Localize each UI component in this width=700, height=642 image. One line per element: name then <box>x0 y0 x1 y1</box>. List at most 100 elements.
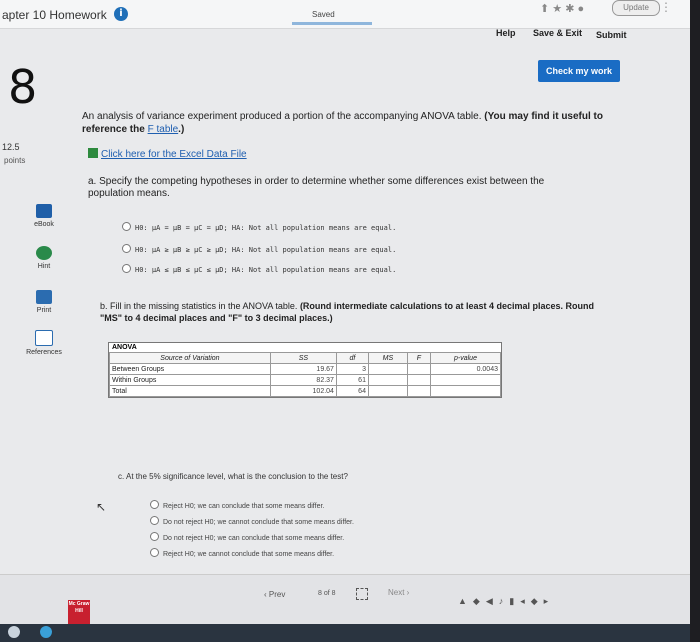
menu-dots-icon[interactable]: ⋮ <box>660 0 672 14</box>
df-value: 61 <box>335 374 369 386</box>
ss-value: 82.37 <box>269 374 337 386</box>
row-source: Within Groups <box>109 374 271 386</box>
part-b-prompt: b. Fill in the missing statistics in the… <box>100 300 600 324</box>
ms-between-input[interactable] <box>367 363 408 375</box>
header-ss: SS <box>269 352 337 364</box>
header-df: df <box>335 352 369 364</box>
intro-text: An analysis of variance experiment produ… <box>82 111 482 122</box>
sidebar-item-ebook[interactable]: eBook <box>14 204 74 228</box>
printer-icon <box>36 290 52 304</box>
empty-cell <box>406 374 431 386</box>
f-input[interactable] <box>406 363 431 375</box>
conclusion-option-3[interactable]: Do not reject H0; we can conclude that s… <box>150 532 344 542</box>
conclusion-option-2[interactable]: Do not reject H0; we cannot conclude tha… <box>150 516 354 526</box>
row-source: Between Groups <box>109 363 271 375</box>
radio-button[interactable] <box>150 516 159 525</box>
conclusion-option-4[interactable]: Reject H0; we cannot conclude that some … <box>150 548 334 558</box>
excel-data-link[interactable]: Click here for the Excel Data File <box>88 148 247 160</box>
empty-cell <box>429 385 502 397</box>
header-pvalue: p-value <box>429 352 502 364</box>
question-intro: An analysis of variance experiment produ… <box>82 110 612 136</box>
mcgraw-hill-logo: Mc Graw Hill <box>68 600 90 625</box>
next-button[interactable]: Next › <box>388 588 409 597</box>
system-tray-icons[interactable]: ▲◆◀♪▮◂◆▸ <box>458 596 554 607</box>
sidebar-item-print[interactable]: Print <box>14 290 74 314</box>
option-label: Reject H0; we cannot conclude that some … <box>163 551 335 558</box>
header-f: F <box>406 352 431 364</box>
screen: apter 10 Homework i Saved ⬆ ★ ✱ ● Update… <box>0 0 690 642</box>
empty-cell <box>406 385 431 397</box>
p-value: 0.0043 <box>429 363 502 375</box>
option-label: Do not reject H0; we cannot conclude tha… <box>163 519 354 526</box>
info-icon[interactable]: i <box>114 7 128 21</box>
update-button[interactable]: Update <box>612 0 660 16</box>
option-label: Reject H0; we can conclude that some mea… <box>163 503 325 510</box>
ss-value: 102.04 <box>269 385 337 397</box>
page-total: 8 <box>331 590 336 597</box>
radio-button[interactable] <box>150 500 159 509</box>
taskbar <box>0 624 690 642</box>
anova-title: ANOVA <box>112 344 137 351</box>
f-table-link[interactable]: F table <box>148 124 179 135</box>
table-row: Within Groups 82.37 61 <box>109 374 502 386</box>
next-label: Next <box>388 588 405 597</box>
empty-cell <box>429 374 502 386</box>
df-value: 64 <box>335 385 369 397</box>
sidebar-item-references[interactable]: References <box>14 330 74 356</box>
option-label: H0: μA ≤ μB ≤ μC ≤ μD; HA: Not all popul… <box>135 266 397 274</box>
radio-button[interactable] <box>122 264 131 273</box>
radio-button[interactable] <box>150 548 159 557</box>
app-icon[interactable] <box>40 626 52 638</box>
book-icon <box>36 204 52 218</box>
prev-label: Prev <box>268 590 286 599</box>
excel-file-icon <box>88 148 98 158</box>
option-label: Do not reject H0; we can conclude that s… <box>163 535 345 542</box>
top-bar: apter 10 Homework i Saved ⬆ ★ ✱ ● Update… <box>0 0 690 29</box>
sidebar-item-label: Hint <box>37 263 51 270</box>
points-value: 12.5 <box>2 142 20 152</box>
save-exit-link[interactable]: Save & Exit <box>533 28 582 38</box>
sidebar-item-label: References <box>26 349 62 356</box>
excel-link-text: Click here for the Excel Data File <box>101 149 247 160</box>
header-source: Source of Variation <box>109 352 271 364</box>
page-sep: of <box>323 590 330 597</box>
saved-status: Saved <box>312 10 335 19</box>
question-number: 8 <box>8 60 38 114</box>
ss-value: 19.67 <box>269 363 337 375</box>
sidebar-item-label: eBook <box>34 221 54 228</box>
part-c-prompt: c. At the 5% significance level, what is… <box>118 472 348 481</box>
grid-icon[interactable] <box>356 588 368 600</box>
hypothesis-option-1[interactable]: H0: μA = μB = μC = μD; HA: Not all popul… <box>122 222 396 232</box>
conclusion-option-1[interactable]: Reject H0; we can conclude that some mea… <box>150 500 324 510</box>
option-label: H0: μA = μB = μC = μD; HA: Not all popul… <box>135 224 397 232</box>
chapter-title: apter 10 Homework <box>2 8 107 22</box>
chrome-icon[interactable] <box>8 626 20 638</box>
df-value: 3 <box>335 363 369 375</box>
prev-button[interactable]: ‹ Prev <box>264 590 285 599</box>
part-b-lead: b. Fill in the missing statistics in the… <box>100 301 298 311</box>
part-a-prompt: a. Specify the competing hypotheses in o… <box>88 176 545 199</box>
radio-button[interactable] <box>122 222 131 231</box>
points-label: points <box>4 156 26 165</box>
option-label: H0: μA ≥ μB ≥ μC ≥ μD; HA: Not all popul… <box>135 246 397 254</box>
sidebar-item-hint[interactable]: Hint <box>14 246 74 270</box>
anova-table: ANOVA Source of Variation SS df MS F p-v… <box>108 342 502 398</box>
table-row: Between Groups 19.67 3 0.0043 <box>109 363 502 375</box>
browser-extension-icons[interactable]: ⬆ ★ ✱ ● <box>540 2 584 15</box>
page-indicator: 8 of 8 <box>318 590 336 597</box>
hypothesis-option-2[interactable]: H0: μA ≥ μB ≥ μC ≥ μD; HA: Not all popul… <box>122 244 396 254</box>
hypothesis-option-3[interactable]: H0: μA ≤ μB ≤ μC ≤ μD; HA: Not all popul… <box>122 264 396 274</box>
saved-progress-bar <box>292 22 372 25</box>
ms-within-input[interactable] <box>367 374 408 386</box>
submit-link[interactable]: Submit <box>596 30 627 40</box>
help-link[interactable]: Help <box>496 28 516 38</box>
check-my-work-button[interactable]: Check my work <box>538 60 620 82</box>
empty-cell <box>367 385 408 397</box>
table-row: Total 102.04 64 <box>109 385 502 397</box>
references-icon <box>35 330 53 346</box>
radio-button[interactable] <box>122 244 131 253</box>
hint-icon <box>36 246 52 260</box>
intro-tail: .) <box>178 124 185 135</box>
radio-button[interactable] <box>150 532 159 541</box>
row-source: Total <box>109 385 271 397</box>
